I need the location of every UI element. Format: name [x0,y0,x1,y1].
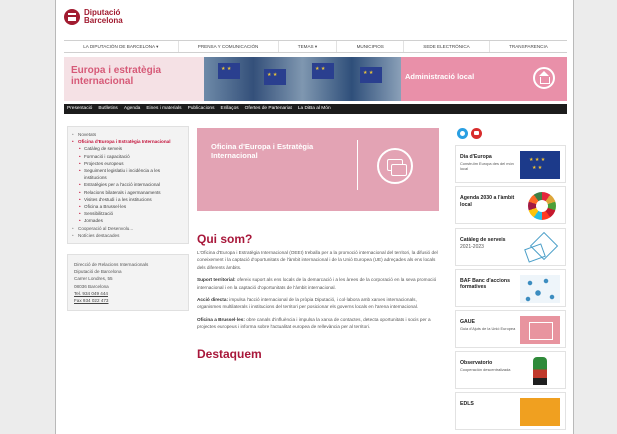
diputacio-logo-icon [64,9,80,25]
speech-bubbles-icon [377,148,413,184]
sdg-wheel-icon [528,192,556,221]
address-line: 08036 Barcelona [74,283,109,289]
page: Diputació Barcelona LA DIPUTACIÓN DE BAR… [55,0,574,434]
intro-paragraph: L'Oficina d'Europa i Estratègia Internac… [197,250,438,270]
contact-address: Direcció de Relacions Internacionals Dip… [67,254,189,312]
address-line: Direcció de Relacions Internacionals [74,262,149,268]
card-dia-europa[interactable]: Dia d'Europa Construïm Europa des del mó… [455,145,566,184]
section-heading-destaquem: Destaquem [197,346,262,361]
card-title: BAF Banc d'accions formatives [460,277,510,290]
paragraph-text: impulsa l'acció internacional de la pròp… [197,297,419,310]
logo[interactable]: Diputació Barcelona [64,9,123,25]
card-edls[interactable]: EDLS [455,392,566,431]
fax-link[interactable]: Fax 934 022 473 [74,297,182,304]
hero-divider [357,140,358,190]
top-navigation: LA DIPUTACIÓN DE BARCELONA ▾ PRENSA Y CO… [64,40,567,53]
sidebar-item-novetats[interactable]: Novetats [72,131,184,138]
admin-local-label: Administració local [405,72,475,81]
sidebar-item-cooperacio[interactable]: Cooperació al Desenvolu... [72,225,184,232]
sidebar-subitem-estrategies[interactable]: Estratègies per a l'acció internacional [72,181,184,188]
network-icon [520,274,560,303]
card-subtitle: 2021-2023 [460,243,484,250]
secnav-eines[interactable]: Eines i materials [143,104,184,114]
card-observatorio[interactable]: Observatorio Cooperación descentralizada [455,351,566,390]
secondary-navigation: Presentació Butlletins Agenda Eines i ma… [64,104,567,114]
eu-flag-icon [218,63,240,79]
topnav-item-sede[interactable]: SEDE ELECTRÓNICA [404,41,490,52]
sidebar-subitem-jornades[interactable]: Jornades [72,217,184,224]
youtube-icon[interactable] [471,128,482,139]
card-agenda-2030[interactable]: Agenda 2030 a l'àmbit local [455,186,566,225]
topnav-item-transparencia[interactable]: TRANSPARENCIA [490,41,567,52]
main-content: Oficina d'Europa i Estratègia Internacio… [197,128,447,361]
sidebar-item-noticies[interactable]: Notícies destacades [72,232,184,239]
secnav-diba-mon[interactable]: La DiBa al Món [295,104,334,114]
section-banner: Europa i estratègia internacional Admini… [64,57,567,101]
paragraph-suport: Suport territorial: ofereix suport als e… [197,276,441,291]
banner-title[interactable]: Europa i estratègia internacional [71,65,201,87]
hero-banner: Oficina d'Europa i Estratègia Internacio… [197,128,439,211]
topnav-item-diputacion[interactable]: LA DIPUTACIÓN DE BARCELONA ▾ [64,41,179,52]
sidebar-subitem-formacio[interactable]: Formació i capacitació [72,153,184,160]
twitter-icon[interactable] [457,128,468,139]
sidebar-item-oficina[interactable]: Oficina d'Europa i Estratègia Internacio… [72,138,184,145]
paragraph-accio: Acció directa: impulsa l'acció internaci… [197,296,441,311]
edls-icon [520,398,560,427]
admin-local-link[interactable]: Administració local [401,57,567,101]
topnav-item-municipios[interactable]: MUNICIPIOS [337,41,405,52]
card-baf[interactable]: BAF Banc d'accions formatives [455,268,566,307]
paragraph-label: Oficina a Brussel·les: [197,316,245,322]
address-line: Diputació de Barcelona [74,269,122,275]
figure-icon [533,357,547,386]
card-gaue[interactable]: GAUE Guia d'Ajuts de la Unió Europea [455,309,566,348]
home-icon [533,67,555,89]
card-title: Observatorio [460,360,493,367]
sidebar-subitem-projectes[interactable]: Projectes europeus [72,160,184,167]
card-subtitle: Cooperación descentralizada [460,367,511,373]
book-icon [520,315,560,344]
card-title: EDLS [460,401,474,408]
sidebar-subitem-sensibilitzacio[interactable]: Sensibilització [72,210,184,217]
card-title: Agenda 2030 a l'àmbit local [460,195,515,208]
paragraph-label: Suport territorial: [197,277,236,283]
logo-text: Diputació Barcelona [84,9,123,25]
card-title: Dia d'Europa [460,154,492,161]
address-line: Carrer Londres, 55 [74,276,113,282]
card-title: GAUE [460,318,475,325]
sidebar-subitem-relacions[interactable]: Relacions bilaterals i agermanaments [72,189,184,196]
sidebar-subitem-seguiment[interactable]: Seguiment legislatiu i incidència a les … [72,167,184,181]
logo-line2: Barcelona [84,16,123,25]
eu-flag-icon [312,63,334,79]
sidebar-subitem-visites[interactable]: Visites d'estudi i a les institucions [72,196,184,203]
right-sidebar: Dia d'Europa Construïm Europa des del mó… [455,128,566,431]
secnav-presentacio[interactable]: Presentació [64,104,95,114]
hero-title: Oficina d'Europa i Estratègia Internacio… [211,142,314,160]
eu-flag-icon [520,151,560,180]
side-menu: Novetats Oficina d'Europa i Estratègia I… [67,126,189,245]
page-heading: Qui som? [197,232,253,246]
eu-flag-icon [360,67,382,83]
eu-flag-icon [264,69,286,85]
topnav-item-prensa[interactable]: PRENSA Y COMUNICACIÓN [179,41,279,52]
secnav-enllacos[interactable]: Enllaços [218,104,242,114]
card-subtitle: Construïm Europa des del món local [460,161,514,171]
banner-photo [204,57,401,101]
secnav-publicacions[interactable]: Publicacions [185,104,218,114]
sidebar-subitem-brussel[interactable]: Oficina a Brussel·les [72,203,184,210]
secnav-partenariat[interactable]: Ofertes de Partenariat [242,104,295,114]
paragraph-label: Acció directa: [197,297,228,303]
card-cataleg[interactable]: Catàleg de serveis 2021-2023 [455,227,566,266]
sidebar-subitem-cataleg[interactable]: Catàleg de serveis [72,145,184,152]
secnav-agenda[interactable]: Agenda [121,104,144,114]
phone-link[interactable]: Tel. 934 049 444 [74,290,182,297]
card-title: Catàleg de serveis [460,236,506,243]
catalog-icon [520,234,560,262]
paragraph-oficina: Oficina a Brussel·les: obre canals d'inf… [197,316,441,331]
card-subtitle: Guia d'Ajuts de la Unió Europea [460,325,516,331]
social-links [457,128,566,142]
left-sidebar: Novetats Oficina d'Europa i Estratègia I… [67,126,189,312]
topnav-item-temas[interactable]: TEMAS ▾ [279,41,338,52]
secnav-butlletins[interactable]: Butlletins [95,104,120,114]
